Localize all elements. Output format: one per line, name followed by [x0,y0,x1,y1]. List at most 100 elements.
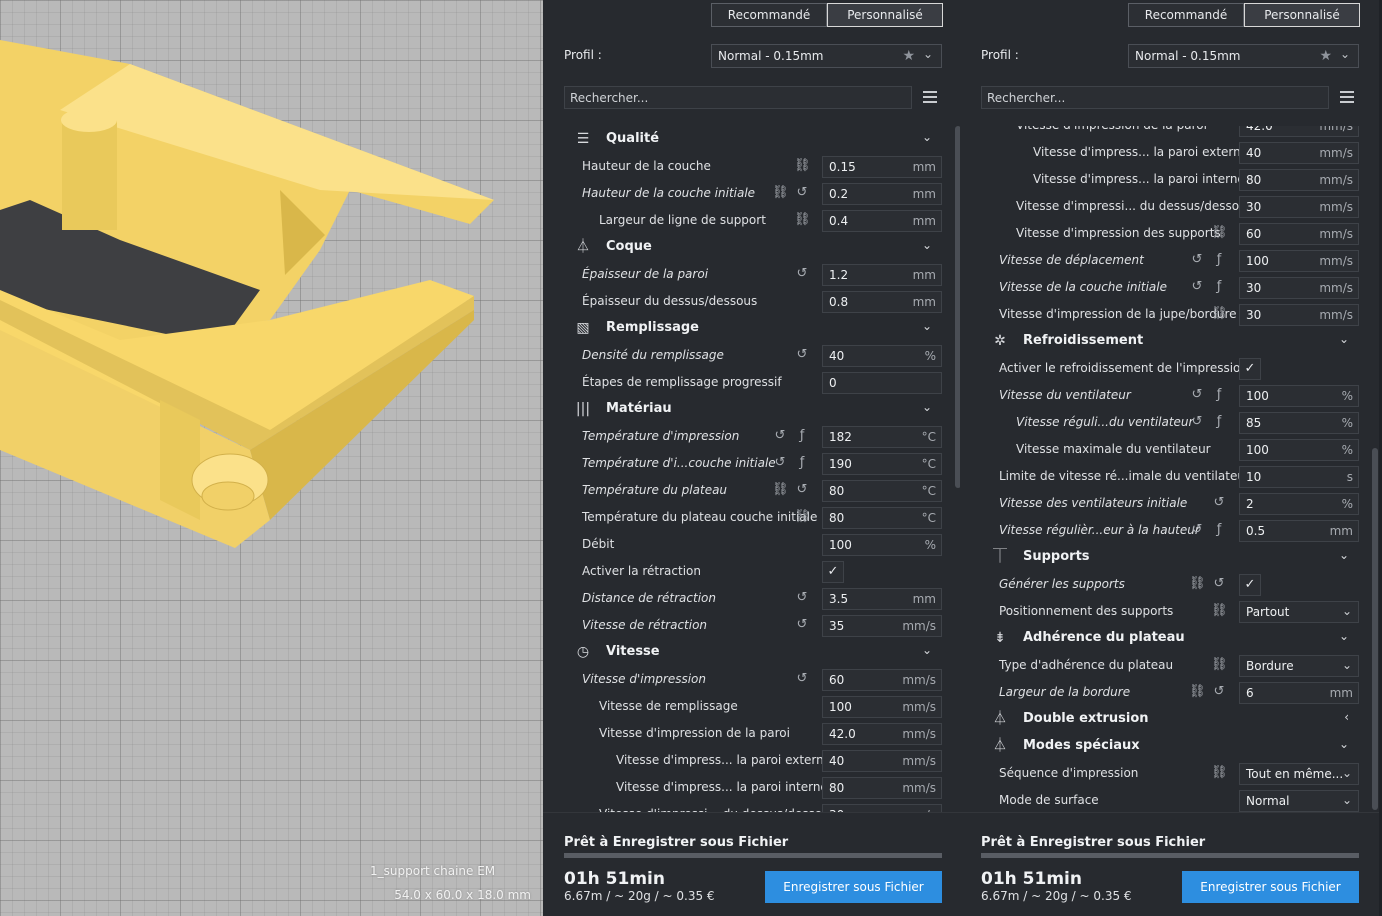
category-header[interactable]: ✲ Refroidissement ⌄ [981,328,1359,355]
reset-icon[interactable]: ↺ [1189,387,1205,403]
setting-input[interactable]: 30mm/s [1239,196,1359,218]
settings-list[interactable]: ☰ Qualité ⌄ Hauteur de la couche ⛓ 0.15 mm Haut… [564,126,942,812]
function-icon[interactable]: ƒ [1211,414,1227,430]
star-icon[interactable]: ★ [902,48,915,64]
chevron-down-icon[interactable]: ⌄ [1339,737,1349,751]
setting-input[interactable]: 85% [1239,412,1359,434]
setting-input[interactable]: 30mm/s [1239,304,1359,326]
reset-icon[interactable]: ↺ [794,482,810,498]
setting-input[interactable]: 2% [1239,493,1359,515]
setting-input[interactable]: 0.2 mm [822,183,942,205]
setting-input[interactable]: 60 mm/s [822,669,942,691]
custom-mode-button[interactable]: Personnalisé [827,3,943,27]
setting-checkbox[interactable]: ✓ [822,561,844,583]
chevron-down-icon[interactable]: ⌄ [922,319,932,333]
setting-checkbox[interactable]: ✓ [1239,358,1261,380]
category-header[interactable]: ▧ Remplissage ⌄ [564,315,942,342]
reset-icon[interactable]: ↺ [772,455,788,471]
recommended-mode-button[interactable]: Recommandé [1128,3,1244,27]
setting-input[interactable]: 35 mm/s [822,615,942,637]
setting-input[interactable]: 42.0 mm/s [822,723,942,745]
setting-input[interactable]: 0.5 mm [1239,520,1359,542]
category-header[interactable]: ||| Matériau ⌄ [564,396,942,423]
setting-input[interactable]: 80 mm/s [1239,169,1359,191]
custom-mode-button[interactable]: Personnalisé [1244,3,1360,27]
chevron-down-icon[interactable]: ⌄ [1339,629,1349,643]
setting-input[interactable]: 0.15 mm [822,156,942,178]
reset-icon[interactable]: ↺ [794,590,810,606]
chevron-down-icon[interactable]: ⌄ [922,238,932,252]
chevron-down-icon[interactable]: ⌄ [922,130,932,144]
setting-input[interactable]: 80 °C [822,480,942,502]
reset-icon[interactable]: ↺ [1189,414,1205,430]
setting-input[interactable]: 0 [822,372,942,394]
setting-input[interactable]: 100% [1239,385,1359,407]
setting-input[interactable]: 182 °C [822,426,942,448]
function-icon[interactable]: ƒ [1211,279,1227,295]
reset-icon[interactable]: ↺ [794,347,810,363]
save-to-file-button[interactable]: Enregistrer sous Fichier [1182,871,1359,903]
setting-input[interactable]: 30mm/s [822,804,942,812]
setting-input[interactable]: 0.4 mm [822,210,942,232]
reset-icon[interactable]: ↺ [794,617,810,633]
category-header[interactable]: ⇟ Adhérence du plateau ⌄ [981,625,1359,652]
settings-menu-icon[interactable] [923,88,937,106]
reset-icon[interactable]: ↺ [1189,522,1205,538]
setting-dropdown[interactable]: Partout ⌄ [1239,601,1359,623]
reset-icon[interactable]: ↺ [1189,279,1205,295]
setting-input[interactable]: 42.0 mm/s [1239,126,1359,137]
setting-input[interactable]: 100 mm/s [1239,250,1359,272]
setting-input[interactable]: 80 °C [822,507,942,529]
setting-input[interactable]: 40% [822,345,942,367]
reset-icon[interactable]: ↺ [1189,252,1205,268]
chevron-left-icon[interactable]: ‹ [1344,710,1349,724]
reset-icon[interactable]: ↺ [794,266,810,282]
function-icon[interactable]: ƒ [794,428,810,444]
recommended-mode-button[interactable]: Recommandé [711,3,827,27]
category-header[interactable]: ☰ Qualité ⌄ [564,126,942,153]
setting-input[interactable]: 40 mm/s [1239,142,1359,164]
reset-icon[interactable]: ↺ [794,185,810,201]
setting-checkbox[interactable]: ✓ [1239,574,1261,596]
reset-icon[interactable]: ↺ [1211,684,1227,700]
setting-dropdown[interactable]: Tout en même... ⌄ [1239,763,1359,785]
chevron-down-icon[interactable]: ⌄ [922,400,932,414]
reset-icon[interactable]: ↺ [1211,576,1227,592]
setting-input[interactable]: 100 mm/s [822,696,942,718]
settings-scrollbar[interactable] [1372,448,1378,810]
function-icon[interactable]: ƒ [1211,522,1227,538]
setting-input[interactable]: 190 °C [822,453,942,475]
chevron-down-icon[interactable]: ⌄ [1339,332,1349,346]
settings-search-input[interactable] [564,86,912,109]
chevron-down-icon[interactable]: ⌄ [922,643,932,657]
setting-input[interactable]: 40 mm/s [822,750,942,772]
star-icon[interactable]: ★ [1319,48,1332,64]
setting-dropdown[interactable]: Normal ⌄ [1239,790,1359,812]
settings-menu-icon[interactable] [1340,88,1354,106]
category-header[interactable]: ⏃ Coque ⌄ [564,234,942,261]
setting-input[interactable]: 100% [822,534,942,556]
setting-input[interactable]: 30mm/s [1239,277,1359,299]
settings-search-input[interactable] [981,86,1329,109]
category-header[interactable]: ⏃ Modes spéciaux ⌄ [981,733,1359,760]
reset-icon[interactable]: ↺ [772,428,788,444]
function-icon[interactable]: ƒ [794,455,810,471]
setting-input[interactable]: 1.2 mm [822,264,942,286]
reset-icon[interactable]: ↺ [794,671,810,687]
model-3d-view[interactable] [0,0,543,916]
setting-dropdown[interactable]: Bordure ⌄ [1239,655,1359,677]
category-header[interactable]: ◷ Vitesse ⌄ [564,639,942,666]
setting-input[interactable]: 80 mm/s [822,777,942,799]
category-header[interactable]: ⏉ Supports ⌄ [981,544,1359,571]
setting-input[interactable]: 10 s [1239,466,1359,488]
3d-viewport[interactable]: 1_support chaine EM 54.0 x 60.0 x 18.0 m… [0,0,543,916]
settings-list[interactable]: Vitesse d'impression de la paroi 42.0 mm/s… [981,126,1359,812]
save-to-file-button[interactable]: Enregistrer sous Fichier [765,871,942,903]
chevron-down-icon[interactable]: ⌄ [1339,548,1349,562]
setting-input[interactable]: 6 mm [1239,682,1359,704]
reset-icon[interactable]: ↺ [1211,495,1227,511]
function-icon[interactable]: ƒ [1211,387,1227,403]
category-header[interactable]: ⏃ Double extrusion ‹ [981,706,1359,733]
setting-input[interactable]: 60 mm/s [1239,223,1359,245]
profile-select[interactable]: Normal - 0.15mm ★ ⌄ [1128,44,1359,68]
